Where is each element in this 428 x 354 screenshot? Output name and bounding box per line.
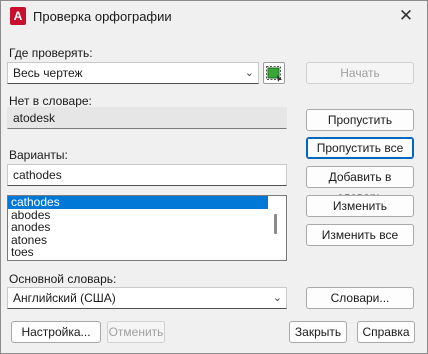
- ignore-all-button[interactable]: Пропустить все: [306, 137, 414, 159]
- change-all-button[interactable]: Изменить все: [306, 224, 414, 246]
- not-in-dictionary-label: Нет в словаре:: [9, 94, 92, 108]
- suggestion-input[interactable]: cathodes: [7, 164, 287, 186]
- list-item[interactable]: anodes: [8, 221, 286, 234]
- list-item[interactable]: atones: [8, 233, 286, 247]
- add-to-dictionary-button[interactable]: Добавить в словарь: [306, 166, 414, 204]
- where-to-check-dropdown[interactable]: Весь чертеж ⌄: [7, 62, 259, 84]
- dictionaries-button[interactable]: Словари...: [306, 287, 414, 309]
- where-to-check-label: Где проверять:: [9, 46, 93, 60]
- suggestions-label: Варианты:: [9, 148, 68, 162]
- close-icon[interactable]: ✕: [397, 6, 415, 26]
- close-button[interactable]: Закрыть: [289, 321, 347, 343]
- chevron-down-icon: ⌄: [244, 67, 254, 79]
- list-item[interactable]: cathodes: [8, 196, 268, 209]
- select-objects-button[interactable]: [263, 62, 285, 84]
- settings-button[interactable]: Настройка...: [11, 321, 101, 343]
- ignore-button[interactable]: Пропустить: [306, 109, 414, 131]
- where-to-check-value: Весь чертеж: [13, 66, 83, 80]
- change-button[interactable]: Изменить: [306, 195, 414, 217]
- spell-check-dialog: A Проверка орфографии ✕ Где проверять: В…: [0, 0, 428, 354]
- main-dictionary-value: Английский (США): [13, 291, 116, 305]
- not-in-dictionary-field: atodesk: [7, 107, 287, 129]
- select-objects-icon: [266, 66, 282, 82]
- help-button[interactable]: Справка: [357, 321, 415, 343]
- dialog-title: Проверка орфографии: [33, 9, 172, 24]
- title-bar: A Проверка орфографии ✕: [1, 1, 427, 32]
- list-scrollbar[interactable]: [274, 214, 277, 234]
- main-dictionary-dropdown[interactable]: Английский (США) ⌄: [7, 287, 287, 309]
- suggestions-list[interactable]: cathodes abodes anodes atones toes: [7, 195, 287, 261]
- main-dictionary-label: Основной словарь:: [9, 272, 117, 286]
- autocad-app-icon: A: [10, 7, 26, 25]
- list-item[interactable]: toes: [8, 246, 286, 259]
- start-button[interactable]: Начать: [306, 62, 414, 84]
- chevron-down-icon: ⌄: [272, 292, 282, 304]
- undo-button[interactable]: Отменить: [107, 321, 165, 343]
